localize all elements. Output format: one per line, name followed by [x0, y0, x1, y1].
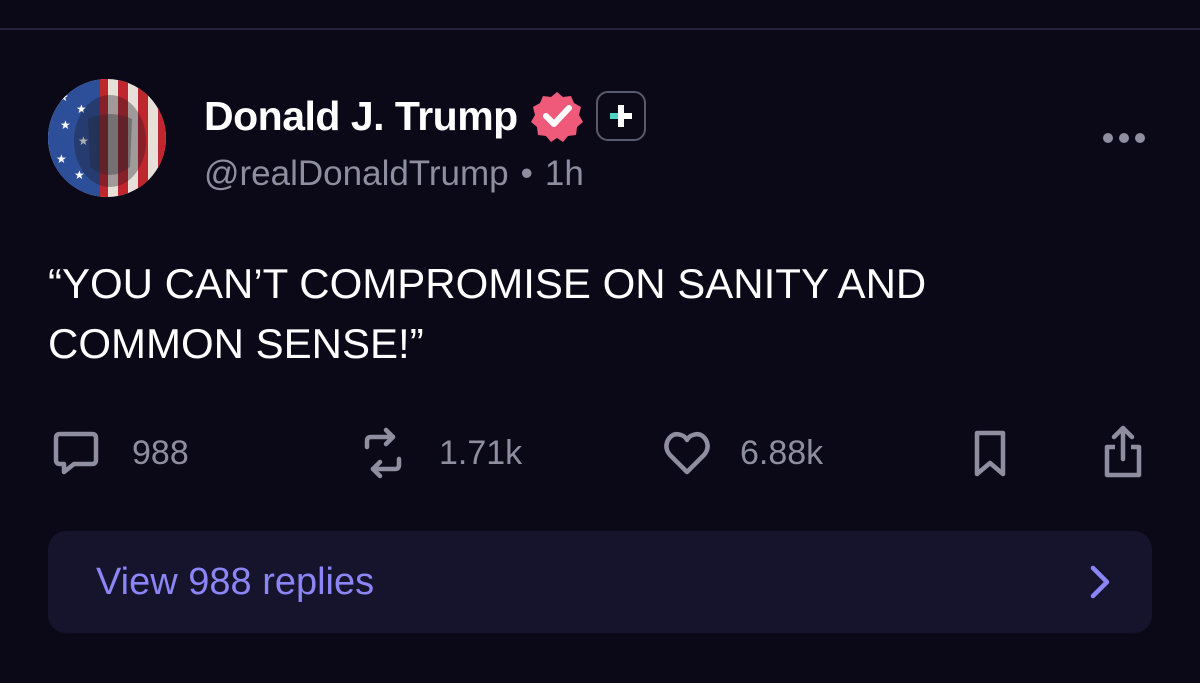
- plus-badge-icon: [595, 91, 646, 141]
- author-handle[interactable]: @realDonaldTrump: [204, 154, 509, 194]
- repost-count: 1.71k: [439, 433, 523, 472]
- view-replies-label: View 988 replies: [96, 560, 375, 603]
- svg-text:★: ★: [60, 118, 71, 132]
- svg-text:★: ★: [56, 152, 67, 166]
- reply-button[interactable]: 988: [48, 425, 189, 481]
- author-name-row: Donald J. Trump: [204, 88, 646, 144]
- svg-text:★: ★: [58, 90, 69, 104]
- author-display-name[interactable]: Donald J. Trump: [204, 93, 518, 140]
- reply-count: 988: [132, 433, 189, 472]
- top-divider: [0, 28, 1200, 30]
- like-count: 6.88k: [740, 433, 824, 472]
- repost-icon: [364, 427, 402, 479]
- more-options-button[interactable]: [1096, 118, 1152, 158]
- share-button[interactable]: [1095, 425, 1151, 481]
- chevron-right-icon: [1080, 562, 1120, 602]
- comment-icon: [53, 431, 99, 475]
- author-avatar[interactable]: ★ ★ ★ ★ ★ ★: [48, 79, 166, 197]
- post-view: ★ ★ ★ ★ ★ ★ Donald J. Trump @realDonaldT…: [0, 0, 1200, 683]
- bookmark-icon: [974, 430, 1006, 477]
- more-options-icon: [1103, 133, 1145, 143]
- verified-check-badge-icon: [530, 92, 583, 142]
- post-text: “YOU CAN’T COMPROMISE ON SANITY AND COMM…: [48, 260, 927, 367]
- view-replies-button[interactable]: View 988 replies: [48, 531, 1152, 633]
- separator-dot: •: [520, 154, 533, 193]
- post-timestamp: 1h: [544, 154, 584, 193]
- like-button[interactable]: 6.88k: [662, 425, 823, 481]
- share-icon: [1104, 425, 1142, 478]
- repost-button[interactable]: 1.71k: [355, 425, 522, 481]
- bookmark-button[interactable]: [968, 425, 1012, 481]
- author-handle-row: @realDonaldTrump • 1h: [204, 152, 584, 196]
- heart-icon: [664, 431, 710, 475]
